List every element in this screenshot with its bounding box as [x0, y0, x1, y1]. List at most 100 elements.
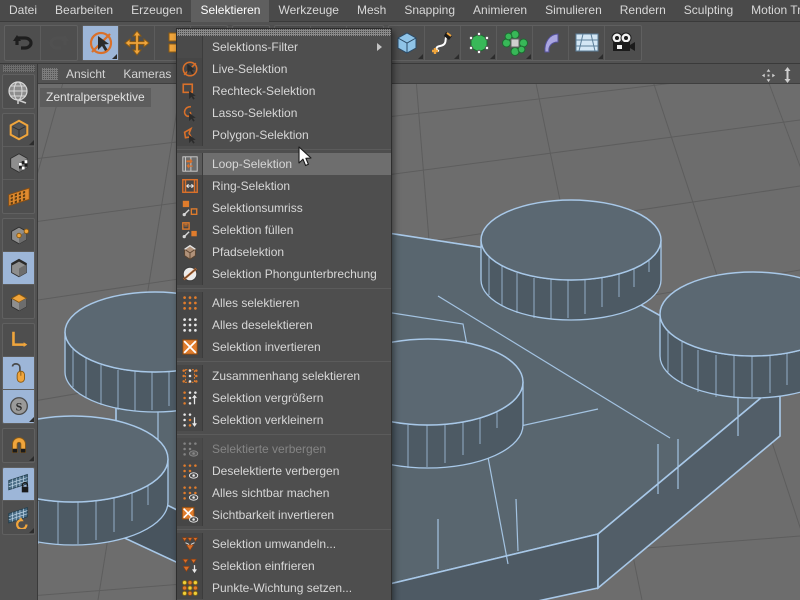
- ring-selection-icon: [177, 175, 203, 197]
- scale-lock-button[interactable]: S: [3, 390, 34, 423]
- menu-item-loop-selektion[interactable]: Loop-Selektion: [177, 153, 391, 175]
- globe-axis-button[interactable]: [3, 75, 34, 108]
- floor-environment-button[interactable]: [569, 25, 605, 60]
- menu-item-selektion-verkleinern[interactable]: Selektion verkleinern: [177, 409, 391, 431]
- rect-selection-icon: [177, 80, 203, 102]
- left-group-workplane: [2, 467, 35, 535]
- menubar-item-datei[interactable]: Datei: [0, 0, 46, 22]
- menu-item-label: Deselektierte verbergen: [212, 464, 340, 478]
- menu-item-rechteck-selektion[interactable]: Rechteck-Selektion: [177, 80, 391, 102]
- editable-object-button[interactable]: [3, 114, 34, 147]
- menu-item-selektion-invertieren[interactable]: Selektion invertieren: [177, 336, 391, 358]
- menu-item-alles-sichtbar-machen[interactable]: Alles sichtbar machen: [177, 482, 391, 504]
- menu-separator: [177, 149, 391, 150]
- tool-corner-marker: [112, 53, 117, 59]
- menu-item-label: Live-Selektion: [212, 62, 288, 76]
- polygons-mode-button[interactable]: [3, 285, 34, 318]
- move-tool-button[interactable]: [119, 25, 155, 60]
- menu-item-alles-deselektieren[interactable]: Alles deselektieren: [177, 314, 391, 336]
- menu-item-lasso-selektion[interactable]: Lasso-Selektion: [177, 102, 391, 124]
- menu-item-ring-selektion[interactable]: Ring-Selektion: [177, 175, 391, 197]
- live-selection-button[interactable]: [83, 25, 119, 60]
- spline-pen-button[interactable]: [425, 25, 461, 60]
- menu-item-label: Lasso-Selektion: [212, 106, 298, 120]
- edges-mode-button[interactable]: [3, 252, 34, 285]
- menu-item-label: Alles sichtbar machen: [212, 486, 330, 500]
- workplane-lock-button[interactable]: [3, 468, 34, 501]
- viewport-solo-button[interactable]: [3, 357, 34, 390]
- points-mode-button[interactable]: [3, 219, 34, 252]
- menu-item-selektion-phongunterbrechung[interactable]: Selektion Phongunterbrechung: [177, 263, 391, 285]
- viewport-perspective[interactable]: Ansicht Kameras Zentralperspektive: [38, 64, 800, 600]
- undo-button[interactable]: [5, 25, 41, 60]
- viewport-grip[interactable]: [42, 67, 58, 80]
- invert-selection-icon: [177, 336, 203, 358]
- menu-item-label: Alles deselektieren: [212, 318, 313, 332]
- menu-item-selektions-filter[interactable]: Selektions-Filter: [177, 36, 391, 58]
- viewport-nav-icons: [761, 67, 794, 88]
- menubar-item-rendern[interactable]: Rendern: [611, 0, 675, 22]
- menu-item-alles-selektieren[interactable]: Alles selektieren: [177, 292, 391, 314]
- menu-item-deselektierte-verbergen[interactable]: Deselektierte verbergen: [177, 460, 391, 482]
- menu-item-polygon-selektion[interactable]: Polygon-Selektion: [177, 124, 391, 146]
- top-toolbar: [0, 22, 800, 64]
- menu-item-selektion-füllen[interactable]: Selektion füllen: [177, 219, 391, 241]
- menu-item-pfadselektion[interactable]: Pfadselektion: [177, 241, 391, 263]
- menu-item-selektion-vergrößern[interactable]: Selektion vergrößern: [177, 387, 391, 409]
- freeze-selection-icon: [177, 555, 203, 577]
- viewport-menu-kameras[interactable]: Kameras: [123, 67, 171, 81]
- workplane-rotate-button[interactable]: [3, 501, 34, 534]
- menu-item-selektionsumriss[interactable]: Selektionsumriss: [177, 197, 391, 219]
- zoom-viewport-icon[interactable]: [781, 67, 794, 88]
- menubar-item-snapping[interactable]: Snapping: [395, 0, 464, 22]
- menu-item-label: Selektion vergrößern: [212, 391, 324, 405]
- left-group-object-mode: [2, 113, 35, 214]
- invert-visibility-icon: [177, 504, 203, 526]
- toolbar-group-create: [388, 24, 642, 61]
- camera-button[interactable]: [605, 26, 641, 60]
- menubar-item-werkzeuge[interactable]: Werkzeuge: [269, 0, 347, 22]
- pan-viewport-icon[interactable]: [761, 68, 776, 88]
- dropdown-grip[interactable]: [177, 29, 391, 36]
- left-toolbar: S: [0, 64, 38, 600]
- texture-mode-button[interactable]: [3, 180, 34, 213]
- redo-button[interactable]: [41, 26, 77, 60]
- toolbar-grip[interactable]: [3, 65, 35, 72]
- menu-item-label: Ring-Selektion: [212, 179, 291, 193]
- menu-item-label: Selektion Phongunterbrechung: [212, 267, 377, 281]
- menu-item-label: Punkte-Wichtung setzen...: [212, 581, 353, 595]
- fill-selection-icon: [177, 219, 203, 241]
- cube-primitive-button[interactable]: [389, 25, 425, 60]
- selektieren-dropdown-menu: Selektions-Filter Live-Selektion Rechteck-…: [176, 28, 392, 600]
- model-mode-button[interactable]: [3, 147, 34, 180]
- menu-item-sichtbarkeit-invertieren[interactable]: Sichtbarkeit invertieren: [177, 504, 391, 526]
- svg-text:S: S: [16, 399, 23, 413]
- viewport-header: Ansicht Kameras: [38, 64, 800, 84]
- menubar-item-sculpting[interactable]: Sculpting: [675, 0, 742, 22]
- menu-item-selektion-einfrieren[interactable]: Selektion einfrieren: [177, 555, 391, 577]
- menu-item-punkte-wichtung-setzen[interactable]: Punkte-Wichtung setzen...: [177, 577, 391, 599]
- menu-item-label: Selektion invertieren: [212, 340, 321, 354]
- tool-corner-marker: [490, 53, 495, 59]
- bend-deformer-button[interactable]: [533, 25, 569, 60]
- menubar-item-simulieren[interactable]: Simulieren: [536, 0, 611, 22]
- viewport-menu-ansicht[interactable]: Ansicht: [66, 67, 105, 81]
- shrink-selection-icon: [177, 409, 203, 431]
- menu-item-selektion-umwandeln[interactable]: Selektion umwandeln...: [177, 533, 391, 555]
- menubar-item-bearbeiten[interactable]: Bearbeiten: [46, 0, 122, 22]
- menubar-item-motion-tracker[interactable]: Motion Tracker: [742, 0, 800, 22]
- nurbs-generator-button[interactable]: [461, 25, 497, 60]
- menubar-item-animieren[interactable]: Animieren: [464, 0, 536, 22]
- menubar-item-selektieren[interactable]: Selektieren: [191, 0, 270, 22]
- array-deformer-button[interactable]: [497, 25, 533, 60]
- menubar-item-erzeugen[interactable]: Erzeugen: [122, 0, 191, 22]
- menubar-item-mesh[interactable]: Mesh: [348, 0, 395, 22]
- axis-mode-button[interactable]: [3, 324, 34, 357]
- hide-selected-icon: [177, 438, 203, 460]
- menu-item-label: Zusammenhang selektieren: [212, 369, 361, 383]
- stud: [659, 271, 800, 399]
- menu-item-live-selektion[interactable]: Live-Selektion: [177, 58, 391, 80]
- menu-item-label: Alles selektieren: [212, 296, 300, 310]
- magnet-snap-button[interactable]: [3, 429, 34, 462]
- menu-item-zusammenhang-selektieren[interactable]: Zusammenhang selektieren: [177, 365, 391, 387]
